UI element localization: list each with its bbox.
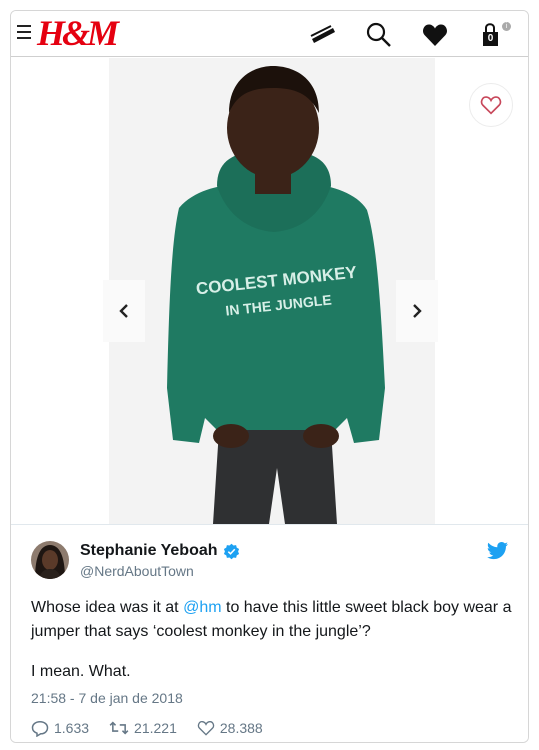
mention-link[interactable]: @hm bbox=[183, 599, 221, 616]
like-count: 28.388 bbox=[219, 720, 263, 736]
hm-header: H&M 0 i bbox=[11, 11, 528, 57]
display-name[interactable]: Stephanie Yeboah bbox=[80, 542, 240, 560]
display-name-text: Stephanie Yeboah bbox=[80, 542, 218, 559]
hm-logo[interactable]: H&M bbox=[37, 12, 119, 54]
reply-button[interactable]: 1.633 bbox=[31, 720, 89, 737]
heart-outline-icon bbox=[480, 96, 502, 115]
hanger-icon[interactable] bbox=[306, 19, 340, 51]
like-button[interactable]: 28.388 bbox=[197, 720, 263, 736]
reply-icon bbox=[31, 720, 49, 737]
tweet-actions: 1.633 21.221 28.388 bbox=[31, 717, 283, 739]
tweet-text-start: Whose idea was it at bbox=[31, 599, 184, 616]
product-image-carousel: COOLEST MONKEY IN THE JUNGLE bbox=[11, 58, 528, 524]
avatar[interactable] bbox=[31, 541, 69, 579]
product-photo: COOLEST MONKEY IN THE JUNGLE bbox=[109, 58, 435, 524]
tweet-text: Whose idea was it at @hm to have this li… bbox=[31, 596, 521, 644]
retweet-button[interactable]: 21.221 bbox=[109, 720, 177, 736]
screenshot-card: H&M 0 i COOLEST MONKEY IN THE JUNGLE Ste… bbox=[10, 10, 529, 743]
search-icon[interactable] bbox=[362, 19, 396, 51]
previous-image-button[interactable] bbox=[103, 280, 145, 342]
reply-count: 1.633 bbox=[54, 720, 90, 736]
tweet-timestamp[interactable]: 21:58 - 7 de jan de 2018 bbox=[31, 690, 183, 706]
chevron-right-icon bbox=[413, 304, 422, 318]
like-heart-icon bbox=[197, 721, 215, 736]
tweet-text-line2: I mean. What. bbox=[31, 663, 131, 680]
chevron-left-icon bbox=[119, 304, 128, 318]
verified-badge-icon bbox=[223, 543, 239, 559]
next-image-button[interactable] bbox=[396, 280, 438, 342]
bag-count: 0 bbox=[483, 32, 498, 46]
twitter-bird-icon[interactable] bbox=[487, 542, 509, 562]
heart-icon[interactable] bbox=[418, 19, 452, 51]
info-icon[interactable]: i bbox=[502, 22, 511, 31]
user-handle[interactable]: @NerdAboutTown bbox=[80, 563, 194, 579]
favorite-button[interactable] bbox=[469, 83, 513, 127]
tweet: Stephanie Yeboah @NerdAboutTown Whose id… bbox=[11, 524, 528, 742]
retweet-icon bbox=[109, 721, 129, 735]
retweet-count: 21.221 bbox=[134, 720, 177, 736]
shopping-bag-icon[interactable]: 0 i bbox=[475, 19, 511, 51]
menu-icon[interactable] bbox=[17, 25, 31, 39]
